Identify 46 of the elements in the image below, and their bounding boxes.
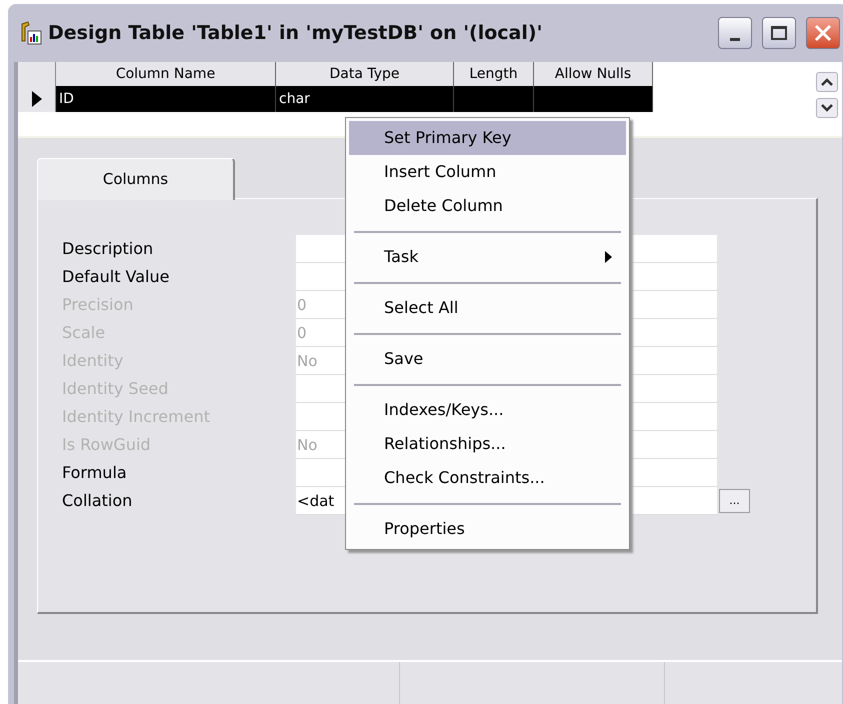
close-button[interactable] <box>806 17 840 49</box>
property-value: No <box>297 352 318 370</box>
property-label: Collation <box>62 490 134 512</box>
property-label: Description <box>62 238 154 260</box>
column-header[interactable]: Allow Nulls <box>534 62 653 86</box>
menu-item[interactable]: Delete Column <box>349 189 626 223</box>
minimize-button[interactable] <box>718 17 752 49</box>
property-label: Identity <box>62 350 124 372</box>
menu-item[interactable]: Insert Column <box>349 155 626 189</box>
column-header[interactable]: Length <box>454 62 534 86</box>
ellipsis-button[interactable]: ... <box>719 489 750 513</box>
property-value: No <box>297 436 318 454</box>
menu-item[interactable]: Indexes/Keys... <box>349 393 626 427</box>
menu-item[interactable]: Select All <box>349 291 626 325</box>
property-value: <dat <box>297 492 334 510</box>
menu-item[interactable]: Save <box>349 342 626 376</box>
close-icon <box>814 24 832 42</box>
grid-cell: ID <box>59 91 74 107</box>
maximize-button[interactable] <box>762 17 796 49</box>
row-selector[interactable] <box>18 86 56 112</box>
table-tools-icon <box>20 21 42 45</box>
menu-item[interactable]: Task <box>349 240 626 274</box>
property-value: 0 <box>297 324 307 342</box>
chevron-down-icon <box>821 104 833 112</box>
menu-item[interactable]: Check Constraints... <box>349 461 626 495</box>
property-label: Scale <box>62 322 106 344</box>
tab[interactable]: Columns <box>37 158 235 200</box>
current-row-icon <box>32 91 42 107</box>
window-title: Design Table 'Table1' in 'myTestDB' on '(local)' <box>48 20 542 46</box>
property-label: Default Value <box>62 266 170 288</box>
property-label: Identity Seed <box>62 378 170 400</box>
property-value: 0 <box>297 296 307 314</box>
property-label: Is RowGuid <box>62 434 152 456</box>
column-header[interactable]: Data Type <box>276 62 454 86</box>
property-label: Precision <box>62 294 134 316</box>
menu-item[interactable]: Relationships... <box>349 427 626 461</box>
scroll-down-button[interactable] <box>816 98 838 118</box>
submenu-arrow-icon <box>605 251 612 263</box>
chevron-up-icon <box>821 78 833 86</box>
property-label: Identity Increment <box>62 406 211 428</box>
menu-item[interactable]: Set Primary Key <box>349 121 626 155</box>
scroll-up-button[interactable] <box>816 72 838 92</box>
column-header[interactable]: Column Name <box>56 62 276 86</box>
property-label: Formula <box>62 462 128 484</box>
grid-cell: char <box>279 91 310 107</box>
menu-item[interactable]: Properties <box>349 512 626 546</box>
